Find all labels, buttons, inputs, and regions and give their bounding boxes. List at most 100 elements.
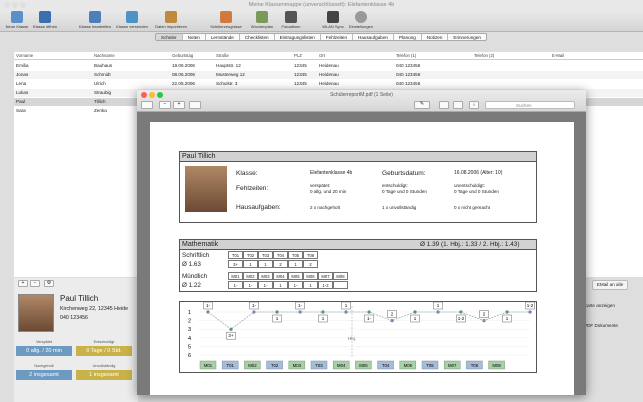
chart-x-label: M03 <box>293 363 302 368</box>
stat-homework-incomplete: 1 insgesamt <box>76 370 132 380</box>
tab-grades[interactable]: Noten <box>183 34 206 40</box>
gear-icon[interactable]: ⚙ <box>44 280 54 287</box>
tab-bar: Schüler Noten Lernstände Checklisten Ein… <box>155 33 487 41</box>
grade-column-header: M07 <box>318 272 333 280</box>
toolbar-send-class-button[interactable]: Klasse versenden <box>115 10 149 29</box>
show-card-button[interactable]: Karte anzeigen <box>584 302 626 310</box>
close-window-button[interactable] <box>4 2 10 8</box>
table-row[interactable]: Jonas Schmidt 08.06.2006 Musterweg 12 12345 H… <box>14 71 643 79</box>
sidebar-toggle-icon[interactable] <box>141 101 153 109</box>
tab-notes[interactable]: Notizen <box>422 34 449 40</box>
tab-progress[interactable]: Lernstände <box>206 34 240 40</box>
table-header: Vorname Nachname Geburtstag Straße PLZ O… <box>14 52 643 60</box>
stat-label: Entschuldigt <box>93 340 115 344</box>
grade-column-header: T06 <box>303 251 318 259</box>
grades-card: Mathematik Ø 1.39 (1. Hbj.: 1.33 / 2. Hb… <box>179 239 537 292</box>
column-header[interactable]: Telefon (2) <box>474 52 494 60</box>
grade-column-header: T03 <box>258 251 273 259</box>
tab-homework[interactable]: Hausaufgaben <box>353 34 394 40</box>
grade-chart: 1 2 3 4 5 6 Hbj. M01 T01 M02 T02 M03 T03 M04 M05 T04 M06… <box>179 301 537 373</box>
value-excused: entschuldigt: 0 Tage und 0 Stunden <box>382 183 427 194</box>
toolbar-students-button[interactable]: Schülerzeugnisse <box>209 10 243 29</box>
zoom-in-icon[interactable]: + <box>173 101 185 109</box>
toolbar-photo-button[interactable]: Fotoalbum <box>274 10 308 29</box>
grade-value: 1 <box>273 281 288 289</box>
chart-bubble-label: 1- <box>206 303 211 308</box>
chart-x-label: M07 <box>448 363 457 368</box>
column-header[interactable]: Nachname <box>94 52 115 60</box>
import-icon <box>165 11 177 23</box>
markup-pen-icon[interactable]: ✎ <box>414 101 430 109</box>
axis-tick-label: 6 <box>188 353 191 359</box>
toolbar-settings-button[interactable]: Einstellungen <box>344 10 378 29</box>
grade-value: 1 <box>243 260 258 268</box>
grade-value: 3+ <box>228 260 243 268</box>
value-homework-done: 2 x nachgeholt <box>310 205 340 210</box>
pdf-page: Paul Tillich Klasse: Elefantenklasse 4b … <box>150 122 574 395</box>
value-homework-missing: 0 x nicht gemacht <box>454 205 491 210</box>
grade-value: 1- <box>258 281 273 289</box>
tab-absences[interactable]: Fehlzeiten <box>321 34 354 40</box>
photo-icon <box>285 11 297 23</box>
column-header[interactable]: E-Mail <box>552 52 564 60</box>
pdf-documents-button[interactable]: PDF Dokumente <box>584 322 626 330</box>
toolbar-import-button[interactable]: Daten importieren <box>154 10 188 29</box>
grade-column-header: M06 <box>303 272 318 280</box>
window-title: Meine Klassenmappe (unverschlüsselt): El… <box>248 2 395 8</box>
subject-average: Ø 1.39 (1. Hbj.: 1.33 / 2. Hbj.: 1.43) <box>420 241 520 248</box>
info-icon[interactable]: i <box>469 101 479 109</box>
column-header[interactable]: PLZ <box>294 52 302 60</box>
preview-title: SchülerreportM.pdf (1 Seite) <box>330 92 393 98</box>
tab-reminders[interactable]: Erinnerungen <box>448 34 486 40</box>
grade-value: 1- <box>288 281 303 289</box>
student-card: Paul Tillich Klasse: Elefantenklasse 4b … <box>179 151 537 223</box>
zoom-window-button[interactable] <box>20 2 26 8</box>
toolbar-open-class-button[interactable]: Klasse öffnen <box>28 10 62 29</box>
value-late: verspätet: 0 allg. und 20 min <box>310 183 347 194</box>
grade-value: 1- <box>228 281 243 289</box>
grade-column-header: M05 <box>288 272 303 280</box>
minimize-window-button[interactable] <box>12 2 18 8</box>
value-class: Elefantenklasse 4b <box>310 170 353 176</box>
students-icon <box>220 11 232 23</box>
zoom-out-icon[interactable]: − <box>159 101 171 109</box>
column-header[interactable]: Ort <box>319 52 325 60</box>
chart-x-label: M02 <box>248 363 257 368</box>
stat-excused: 0 Tage / 0 Std. <box>76 346 132 356</box>
table-row[interactable]: Emilia Bauhaus 18.06.2006 Hauptstr. 12 12345… <box>14 62 643 70</box>
tab-planning[interactable]: Planung <box>394 34 422 40</box>
search-input[interactable]: Suchen <box>485 101 575 109</box>
toolbox-icon[interactable] <box>453 101 463 109</box>
grade-column-header: T02 <box>243 251 258 259</box>
column-header[interactable]: Geburtstag <box>172 52 193 60</box>
window-titlebar: Meine Klassenmappe (unverschlüsselt): El… <box>0 0 643 10</box>
value-birthdate: 16.08.2006 (Alter: 10) <box>454 170 503 176</box>
remove-student-button[interactable]: − <box>30 280 40 287</box>
add-student-button[interactable]: + <box>18 280 28 287</box>
grade-column-header: T01 <box>228 251 243 259</box>
chart-x-label: T02 <box>271 363 279 368</box>
grade-column-header: M03 <box>258 272 273 280</box>
axis-tick-label: 5 <box>188 344 191 350</box>
tab-entry-lists[interactable]: Eintragungslisten <box>275 34 321 40</box>
tab-checklists[interactable]: Checklisten <box>240 34 275 40</box>
gear-icon <box>355 11 367 23</box>
grade-value: 2 <box>273 260 288 268</box>
toolbar-edit-class-button[interactable]: Klasse bearbeiten <box>78 10 112 29</box>
column-header[interactable]: Straße <box>216 52 229 60</box>
chart-x-label: M04 <box>337 363 346 368</box>
report-student-photo <box>185 166 227 212</box>
student-photo <box>18 294 54 332</box>
table-row[interactable]: Lena Ulrich 22.05.2006 Schulstr. 3 12345 Heid… <box>14 80 643 88</box>
column-header[interactable]: Vorname <box>16 52 33 60</box>
grade-chart-svg: 1 2 3 4 5 6 Hbj. M01 T01 M02 T02 M03 T03 M04 M05 T04 M06… <box>188 302 535 370</box>
chart-bubble-label: 1- <box>298 303 303 308</box>
rotate-icon[interactable] <box>439 101 449 109</box>
grade-value: 1 <box>303 281 318 289</box>
grade-value: 1 <box>258 260 273 268</box>
chart-x-label: T05 <box>426 363 434 368</box>
tab-students[interactable]: Schüler <box>156 34 183 40</box>
share-icon[interactable] <box>189 101 201 109</box>
column-header[interactable]: Telefon (1) <box>396 52 416 60</box>
email-all-button[interactable]: EMail an alle <box>592 280 628 290</box>
